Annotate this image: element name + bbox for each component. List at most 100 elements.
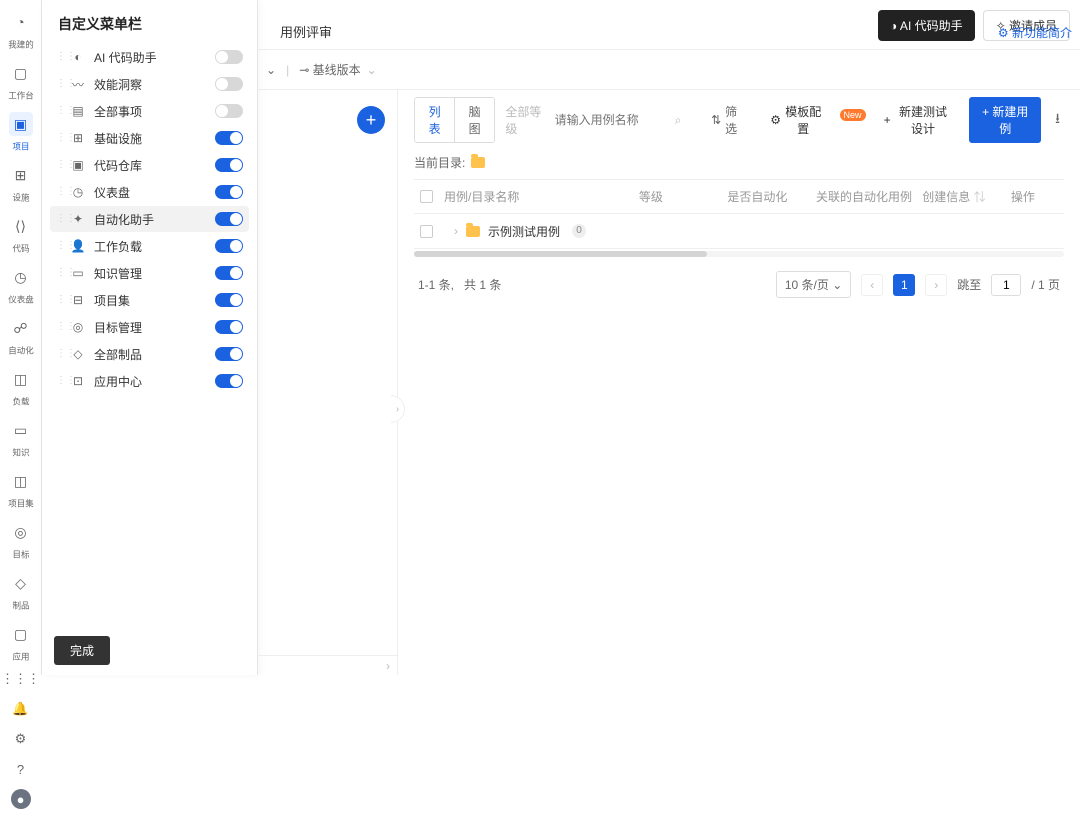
- menu-item-仪表盘[interactable]: ⋮⋮◷仪表盘: [50, 179, 249, 205]
- tab-case-review[interactable]: 用例评审: [266, 14, 346, 49]
- search-input[interactable]: [555, 113, 665, 127]
- drag-icon[interactable]: ⋮⋮: [56, 187, 66, 197]
- drag-icon[interactable]: ⋮⋮: [56, 268, 66, 278]
- drag-icon[interactable]: ⋮⋮: [56, 133, 66, 143]
- rail-item-设施[interactable]: ⊞设施: [2, 159, 40, 208]
- toolbar: 列表 脑图 全部等级 ⌕ ⇅ 筛选 ⚙ 模板配置 New + 新建测试设计 + …: [398, 90, 1080, 150]
- level-filter[interactable]: 全部等级: [505, 103, 544, 137]
- menu-icon: ✦: [70, 211, 86, 227]
- new-case-button[interactable]: + 新建用例: [969, 97, 1041, 143]
- rail-item-制品[interactable]: ◇制品: [2, 567, 40, 616]
- toggle[interactable]: [215, 212, 243, 226]
- next-page[interactable]: ›: [925, 274, 947, 296]
- toggle[interactable]: [215, 320, 243, 334]
- new-features-link[interactable]: ⚙ 新功能简介: [998, 24, 1072, 49]
- drag-icon[interactable]: ⋮⋮: [56, 106, 66, 116]
- rail-item-目标[interactable]: ◎目标: [2, 516, 40, 565]
- toggle[interactable]: [215, 374, 243, 388]
- prev-page[interactable]: ‹: [861, 274, 883, 296]
- toggle[interactable]: [215, 266, 243, 280]
- rail-icon: ◇: [9, 571, 33, 595]
- template-config-button[interactable]: ⚙ 模板配置: [762, 98, 829, 142]
- toggle[interactable]: [215, 239, 243, 253]
- rail-item-我建的[interactable]: ◔我建的: [2, 6, 40, 55]
- branch-selector[interactable]: ⊸ 基线版本: [299, 61, 360, 78]
- rail-bottom-3[interactable]: ?: [11, 759, 31, 779]
- drag-icon[interactable]: ⋮⋮: [56, 214, 66, 224]
- menu-item-项目集[interactable]: ⋮⋮⊟项目集: [50, 287, 249, 313]
- select-all-checkbox[interactable]: [420, 190, 433, 203]
- toggle[interactable]: [215, 293, 243, 307]
- chevron-down-icon[interactable]: ⌄: [367, 63, 377, 77]
- page-tabs: 用例评审 ⚙ 新功能简介: [258, 0, 1080, 50]
- menu-item-AI 代码助手[interactable]: ⋮⋮◐AI 代码助手: [50, 44, 249, 70]
- drag-icon[interactable]: ⋮⋮: [56, 295, 66, 305]
- add-button[interactable]: +: [357, 106, 385, 134]
- menu-item-基础设施[interactable]: ⋮⋮⊞基础设施: [50, 125, 249, 151]
- rail-bottom-2[interactable]: ⚙: [11, 729, 31, 749]
- rail-item-工作台[interactable]: ▢工作台: [2, 57, 40, 106]
- toggle[interactable]: [215, 158, 243, 172]
- rail-item-项目[interactable]: ▣项目: [2, 108, 40, 157]
- rail-bottom-1[interactable]: 🔔: [11, 699, 31, 719]
- rail-icon: ◎: [9, 520, 33, 544]
- done-button[interactable]: 完成: [54, 636, 110, 665]
- filter-button[interactable]: ⇅ 筛选: [711, 103, 742, 137]
- customize-menu-panel: 自定义菜单栏 ⋮⋮◐AI 代码助手⋮⋮〰效能洞察⋮⋮▤全部事项⋮⋮⊞基础设施⋮⋮…: [42, 0, 258, 675]
- chevron-down-icon[interactable]: ⌄: [266, 63, 276, 77]
- rail-icon: ▢: [9, 622, 33, 646]
- menu-item-工作负载[interactable]: ⋮⋮👤工作负载: [50, 233, 249, 259]
- menu-item-应用中心[interactable]: ⋮⋮⊡应用中心: [50, 368, 249, 394]
- rail-item-自动化[interactable]: ☍自动化: [2, 312, 40, 361]
- rail-icon: ◔: [9, 10, 33, 34]
- drag-icon[interactable]: ⋮⋮: [56, 52, 66, 62]
- toggle[interactable]: [215, 77, 243, 91]
- row-name: › 示例测试用例 0: [454, 223, 639, 240]
- menu-item-效能洞察[interactable]: ⋮⋮〰效能洞察: [50, 71, 249, 97]
- rail-item-项目集[interactable]: ◫项目集: [2, 465, 40, 514]
- rail-icon: ◷: [9, 265, 33, 289]
- toggle[interactable]: [215, 50, 243, 64]
- menu-item-知识管理[interactable]: ⋮⋮▭知识管理: [50, 260, 249, 286]
- toggle[interactable]: [215, 185, 243, 199]
- drag-icon[interactable]: ⋮⋮: [56, 160, 66, 170]
- search-icon[interactable]: ⌕: [675, 113, 682, 128]
- rail-bottom-0[interactable]: ⋮⋮⋮: [11, 669, 31, 689]
- rail-item-仪表盘[interactable]: ◷仪表盘: [2, 261, 40, 310]
- row-checkbox[interactable]: [420, 225, 433, 238]
- toggle[interactable]: [215, 104, 243, 118]
- collapse-handle-bottom[interactable]: ›: [258, 655, 398, 675]
- page-1[interactable]: 1: [893, 274, 915, 296]
- page-size-select[interactable]: 10 条/页 ⌄: [776, 271, 851, 298]
- rail-item-知识[interactable]: ▭知识: [2, 414, 40, 463]
- menu-icon: ◷: [70, 184, 86, 200]
- rail-bottom-4[interactable]: ●: [11, 789, 31, 809]
- drag-icon[interactable]: ⋮⋮: [56, 322, 66, 332]
- menu-item-全部事项[interactable]: ⋮⋮▤全部事项: [50, 98, 249, 124]
- menu-item-目标管理[interactable]: ⋮⋮◎目标管理: [50, 314, 249, 340]
- directory-column: +: [258, 90, 398, 675]
- menu-item-全部制品[interactable]: ⋮⋮◇全部制品: [50, 341, 249, 367]
- menu-item-自动化助手[interactable]: ⋮⋮✦自动化助手: [50, 206, 249, 232]
- rail-icon: ◫: [9, 367, 33, 391]
- view-list-tab[interactable]: 列表: [415, 98, 454, 142]
- jump-page-input[interactable]: [991, 274, 1021, 296]
- drag-icon[interactable]: ⋮⋮: [56, 376, 66, 386]
- table-row[interactable]: › 示例测试用例 0: [414, 214, 1064, 248]
- menu-item-代码仓库[interactable]: ⋮⋮▣代码仓库: [50, 152, 249, 178]
- chevron-right-icon[interactable]: ›: [454, 224, 458, 238]
- rail-icon: ▢: [9, 61, 33, 85]
- toggle[interactable]: [215, 347, 243, 361]
- drag-icon[interactable]: ⋮⋮: [56, 79, 66, 89]
- export-icon[interactable]: ⭳: [1051, 108, 1064, 132]
- rail-item-代码[interactable]: ⟨⟩代码: [2, 210, 40, 259]
- rail-item-负载[interactable]: ◫负载: [2, 363, 40, 412]
- menu-icon: ◎: [70, 319, 86, 335]
- new-test-design-button[interactable]: + 新建测试设计: [876, 98, 960, 142]
- drag-icon[interactable]: ⋮⋮: [56, 349, 66, 359]
- drag-icon[interactable]: ⋮⋮: [56, 241, 66, 251]
- rail-item-应用[interactable]: ▢应用: [2, 618, 40, 667]
- toggle[interactable]: [215, 131, 243, 145]
- content-column: 列表 脑图 全部等级 ⌕ ⇅ 筛选 ⚙ 模板配置 New + 新建测试设计 + …: [398, 90, 1080, 675]
- view-mindmap-tab[interactable]: 脑图: [455, 98, 494, 142]
